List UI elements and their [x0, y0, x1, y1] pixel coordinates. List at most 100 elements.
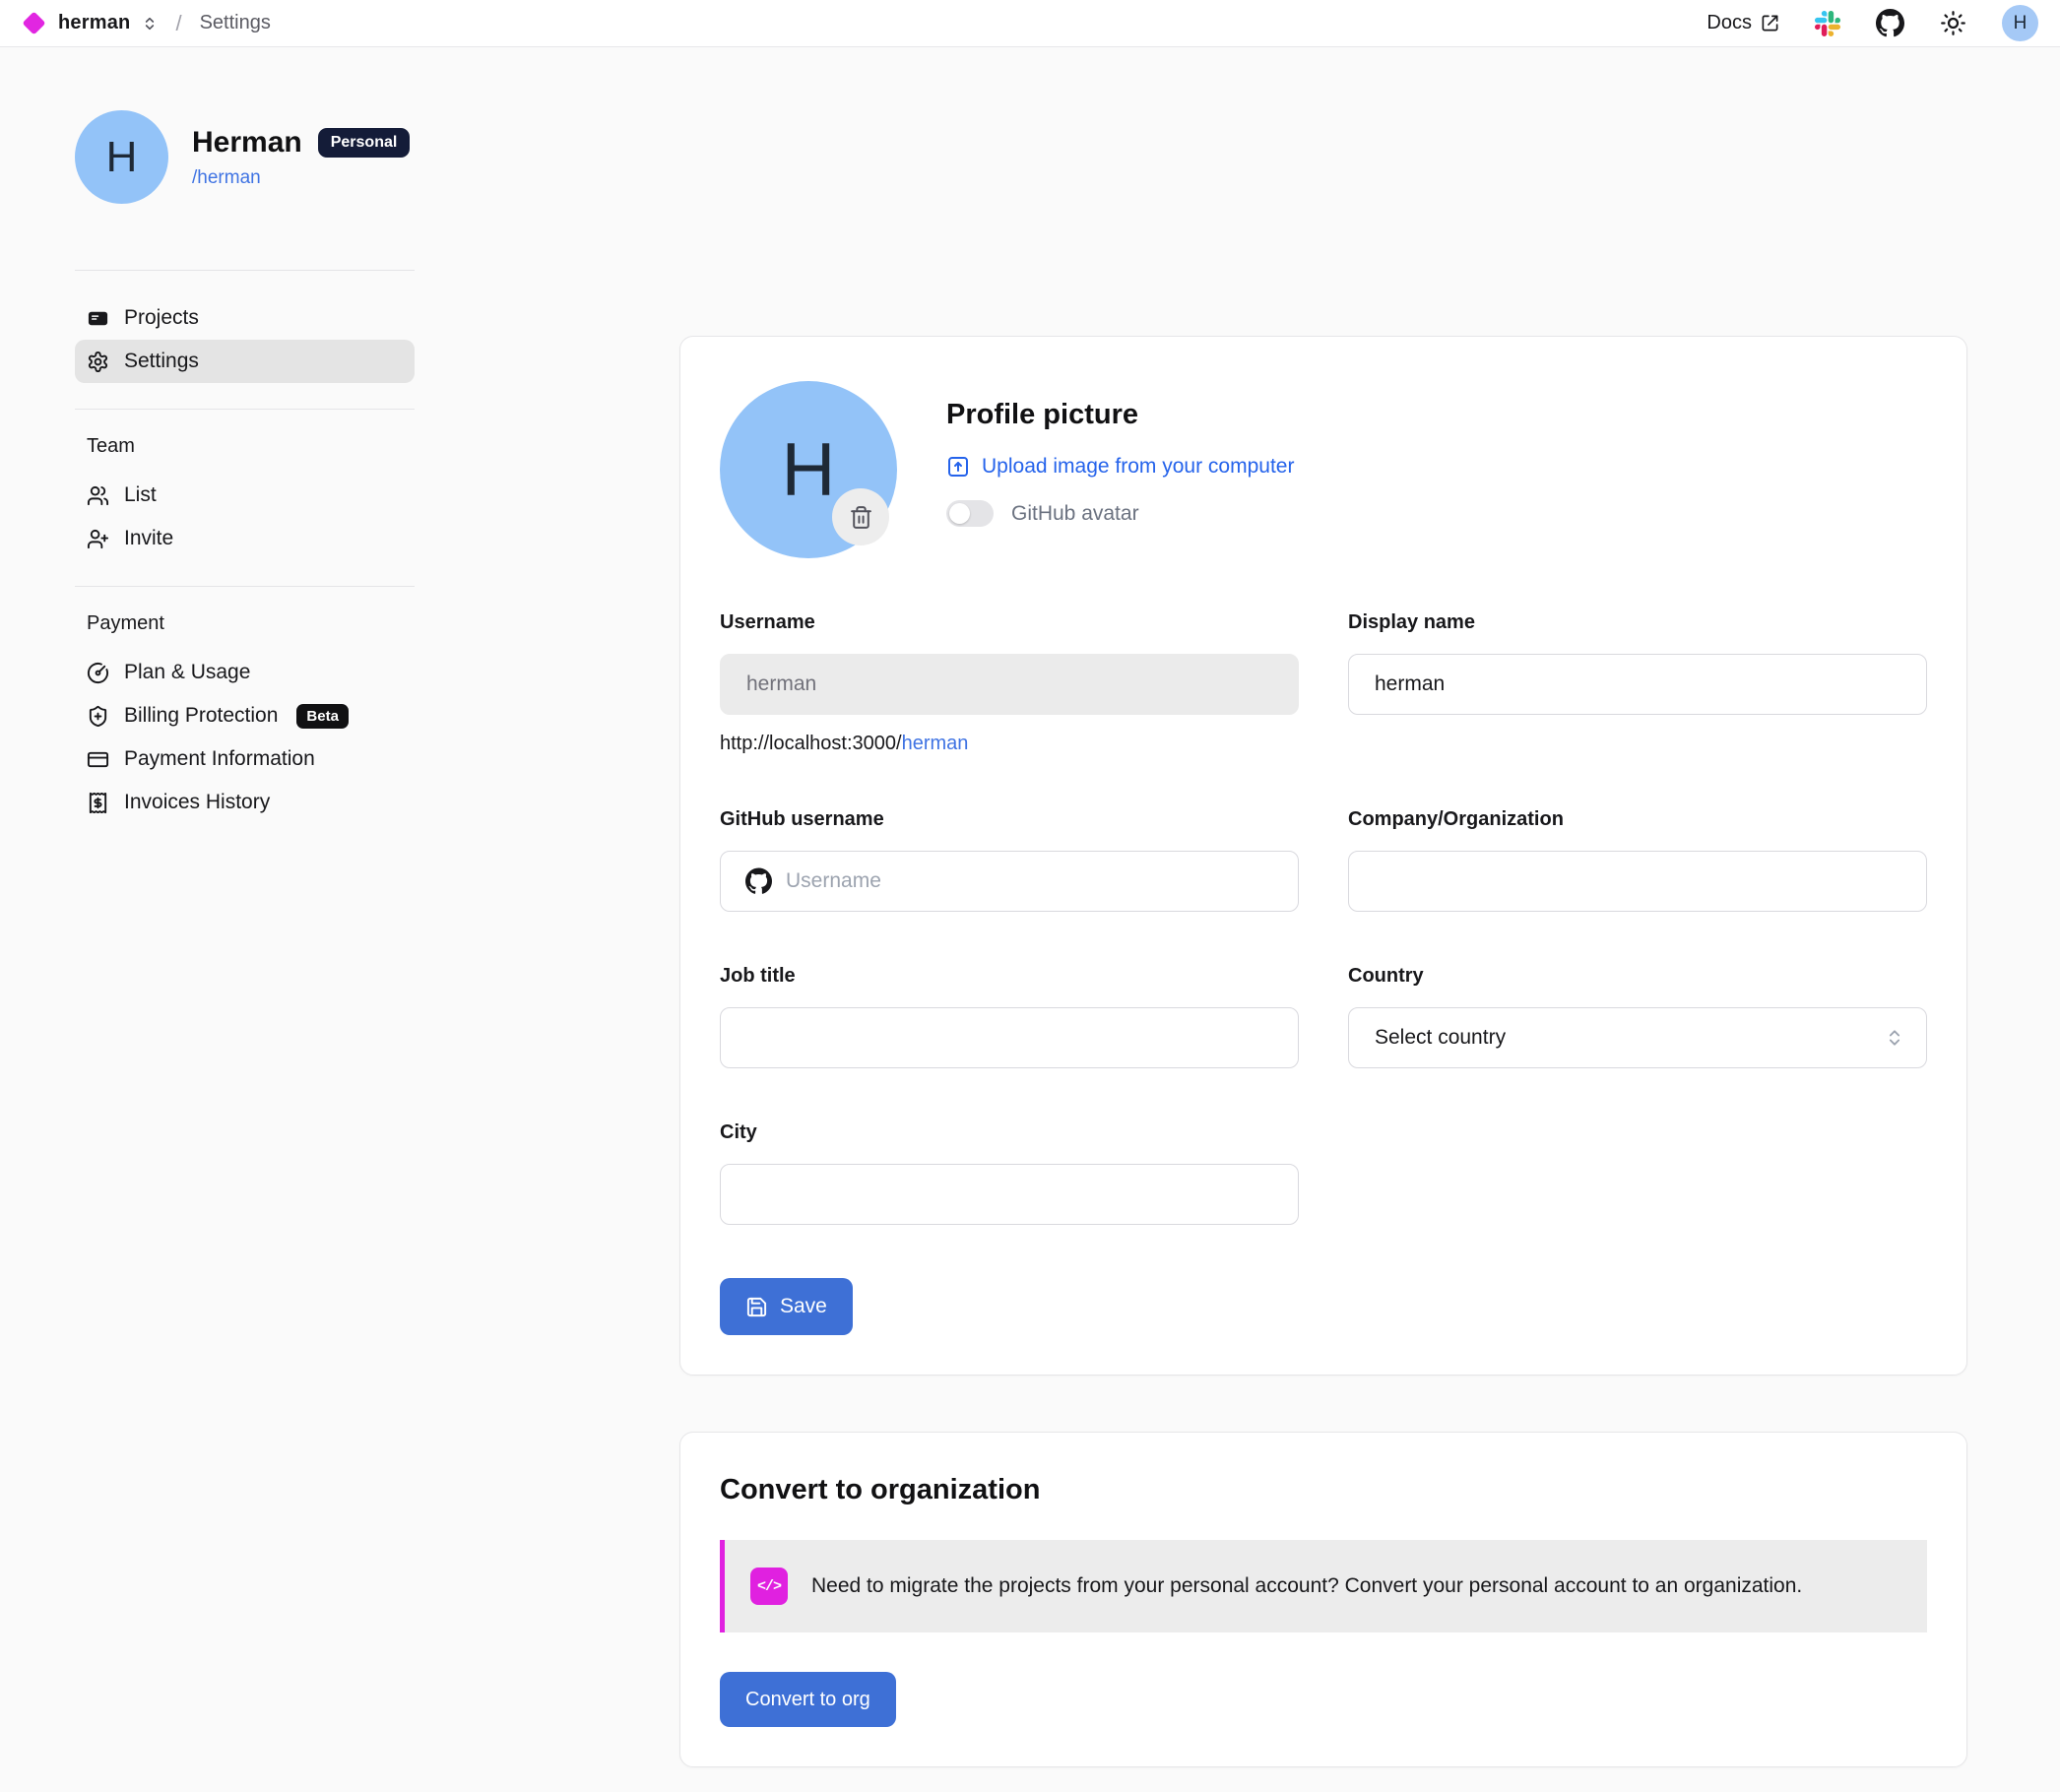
workspace-diamond-icon — [22, 11, 45, 34]
sidebar-item-label: List — [124, 483, 157, 507]
docs-label: Docs — [1706, 12, 1752, 34]
breadcrumb-separator: / — [175, 11, 181, 36]
job-title-field-group: Job title — [720, 965, 1299, 1068]
display-name-field-group: Display name — [1348, 611, 1927, 755]
convert-card-title: Convert to organization — [720, 1474, 1927, 1506]
save-icon — [745, 1296, 768, 1318]
personal-badge: Personal — [318, 128, 411, 158]
chevrons-up-down-icon[interactable] — [142, 16, 158, 32]
profile-url: http://localhost:3000/herman — [720, 733, 1299, 755]
topbar-actions: Docs H — [1706, 5, 2038, 41]
breadcrumb-current-page: Settings — [200, 12, 271, 34]
city-label: City — [720, 1121, 1299, 1144]
main-content: H Profile picture Upload image from your… — [679, 270, 1967, 1767]
receipt-icon — [87, 792, 109, 814]
user-avatar[interactable]: H — [2002, 5, 2038, 41]
city-input[interactable] — [720, 1164, 1299, 1225]
profile-form: Username http://localhost:3000/herman Di… — [720, 611, 1927, 1335]
company-field-group: Company/Organization — [1348, 808, 1927, 912]
save-button-label: Save — [780, 1295, 827, 1318]
docs-link[interactable]: Docs — [1706, 12, 1779, 34]
github-icon[interactable] — [1876, 9, 1904, 37]
sidebar-item-plan-usage[interactable]: Plan & Usage — [75, 651, 415, 694]
convert-notice-text: Need to migrate the projects from your p… — [811, 1574, 1802, 1598]
convert-to-organization-card: Convert to organization </> Need to migr… — [679, 1432, 1967, 1767]
sidebar-item-team-list[interactable]: List — [75, 474, 415, 517]
company-input[interactable] — [1348, 851, 1927, 912]
breadcrumb: herman / Settings — [22, 11, 271, 36]
job-title-label: Job title — [720, 965, 1299, 988]
profile-picture: H — [720, 381, 897, 558]
sidebar-item-label: Payment Information — [124, 747, 315, 771]
sidebar-item-label: Plan & Usage — [124, 661, 250, 684]
gear-icon — [87, 351, 109, 373]
job-title-input[interactable] — [720, 1007, 1299, 1068]
gauge-icon — [87, 662, 109, 684]
user-plus-icon — [87, 528, 109, 550]
city-field-group: City — [720, 1121, 1299, 1225]
convert-to-org-button-label: Convert to org — [745, 1689, 870, 1711]
profile-picture-title: Profile picture — [946, 399, 1294, 431]
sidebar-section-title-payment: Payment — [75, 612, 415, 635]
github-avatar-toggle-label: GitHub avatar — [1011, 502, 1139, 526]
convert-to-org-button[interactable]: Convert to org — [720, 1672, 896, 1727]
country-label: Country — [1348, 965, 1927, 988]
sidebar-item-billing-protection[interactable]: Billing Protection Beta — [75, 694, 415, 737]
github-input-icon — [745, 868, 772, 895]
profile-url-prefix: http://localhost:3000/ — [720, 733, 902, 754]
convert-notice-banner: </> Need to migrate the projects from yo… — [720, 1540, 1927, 1632]
display-name-input[interactable] — [1348, 654, 1927, 715]
github-avatar-toggle[interactable] — [946, 500, 994, 527]
sidebar-item-invoices-history[interactable]: Invoices History — [75, 781, 415, 824]
username-label: Username — [720, 611, 1299, 634]
shield-plus-icon — [87, 705, 109, 728]
credit-card-icon — [87, 748, 109, 771]
upload-icon — [946, 455, 970, 479]
username-input — [720, 654, 1299, 715]
trash-icon — [849, 505, 873, 530]
sidebar-section-title-team: Team — [75, 435, 415, 458]
sidebar-item-team-invite[interactable]: Invite — [75, 517, 415, 560]
sidebar-item-settings[interactable]: Settings — [75, 340, 415, 383]
country-select-value: Select country — [1375, 1026, 1506, 1050]
country-field-group: Country Select country — [1348, 965, 1927, 1068]
github-username-field-group: GitHub username — [720, 808, 1299, 912]
external-link-icon — [1761, 14, 1779, 32]
sidebar-item-label: Invoices History — [124, 791, 270, 814]
sidebar-item-label: Projects — [124, 306, 199, 330]
sidebar-item-label: Invite — [124, 527, 173, 550]
save-button[interactable]: Save — [720, 1278, 853, 1335]
workspace-switcher[interactable]: herman — [58, 12, 130, 34]
sun-theme-toggle-icon[interactable] — [1940, 10, 1966, 36]
code-icon: </> — [750, 1568, 788, 1605]
profile-header: H Herman Personal /herman — [75, 110, 2060, 204]
toggle-knob — [949, 503, 970, 524]
display-name-label: Display name — [1348, 611, 1927, 634]
sidebar-item-projects[interactable]: Projects — [75, 296, 415, 340]
profile-handle-link[interactable]: /herman — [192, 167, 410, 189]
company-label: Company/Organization — [1348, 808, 1927, 831]
chevrons-up-down-icon — [1885, 1028, 1904, 1048]
profile-avatar: H — [75, 110, 168, 204]
username-field-group: Username http://localhost:3000/herman — [720, 611, 1299, 755]
github-username-input[interactable] — [720, 851, 1299, 912]
slack-icon[interactable] — [1815, 11, 1840, 36]
upload-image-link[interactable]: Upload image from your computer — [946, 455, 1294, 479]
profile-name: Herman — [192, 126, 302, 160]
delete-avatar-button[interactable] — [832, 488, 889, 545]
topbar: herman / Settings Docs H — [0, 0, 2060, 47]
users-icon — [87, 484, 109, 507]
upload-link-label: Upload image from your computer — [982, 455, 1294, 479]
projects-icon — [87, 307, 109, 330]
spacer — [1348, 1121, 1927, 1225]
sidebar-item-label: Settings — [124, 350, 199, 373]
beta-badge: Beta — [296, 704, 349, 729]
profile-settings-card: H Profile picture Upload image from your… — [679, 336, 1967, 1376]
sidebar: Projects Settings Team List — [75, 270, 415, 850]
profile-url-handle-link[interactable]: herman — [902, 733, 969, 754]
country-select[interactable]: Select country — [1348, 1007, 1927, 1068]
github-username-label: GitHub username — [720, 808, 1299, 831]
sidebar-item-label: Billing Protection — [124, 704, 278, 728]
profile-header-text: Herman Personal /herman — [192, 126, 410, 189]
sidebar-item-payment-information[interactable]: Payment Information — [75, 737, 415, 781]
